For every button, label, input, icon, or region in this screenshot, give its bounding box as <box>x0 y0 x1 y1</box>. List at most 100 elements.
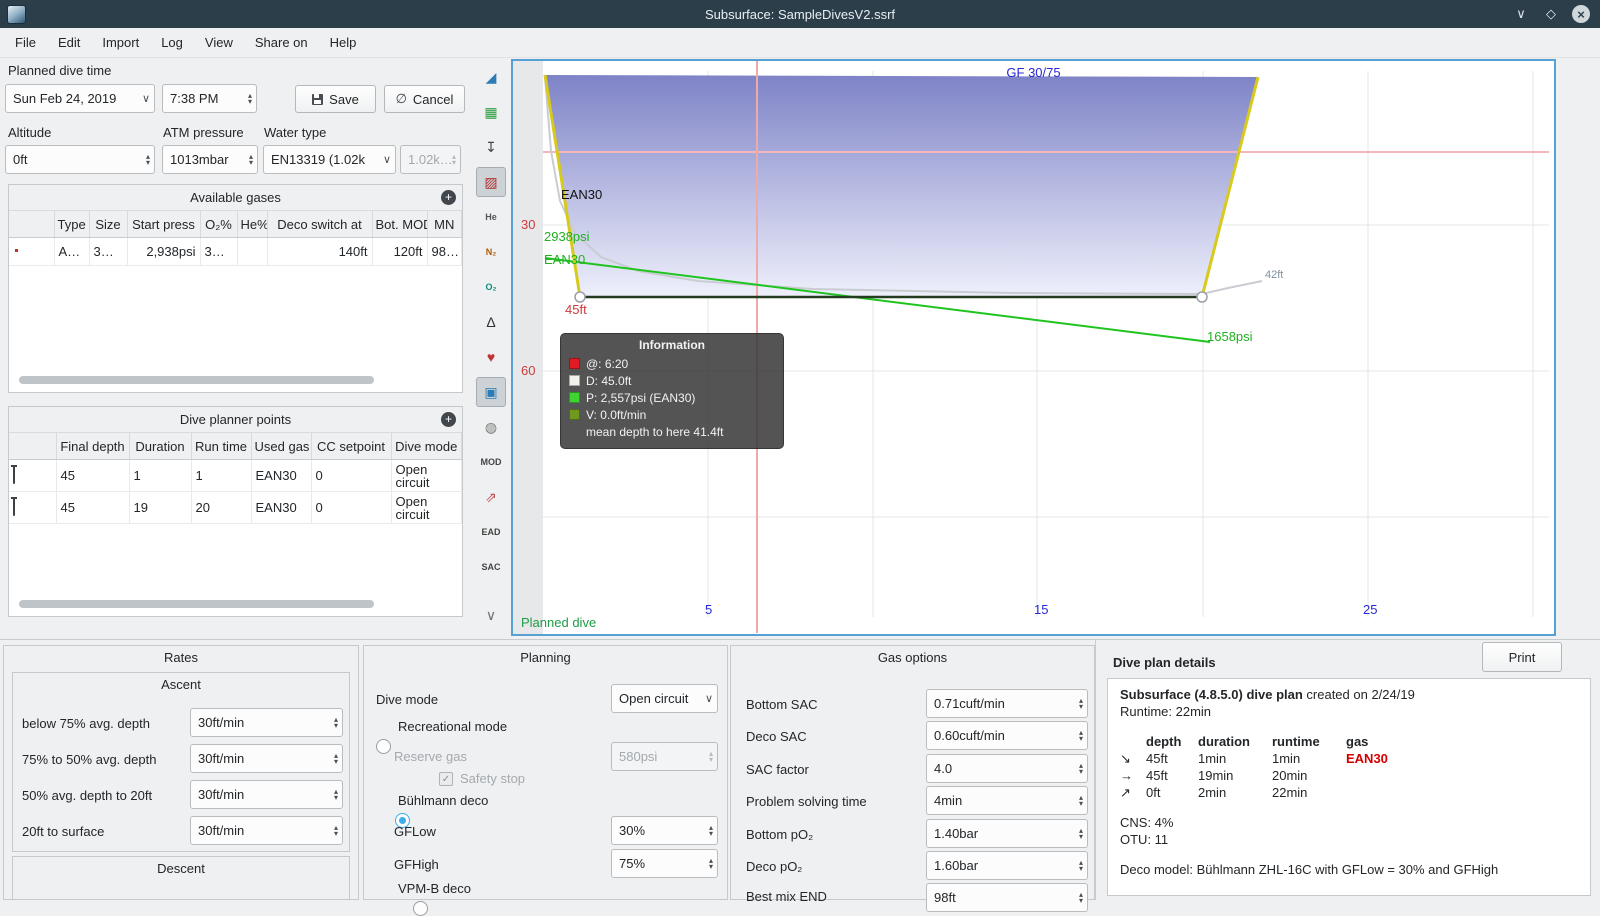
rate-spinner[interactable]: 30ft/min <box>190 816 343 845</box>
spinner-arrows-icon[interactable] <box>249 154 253 166</box>
dive-profile-chart[interactable]: GF 30/75 30 60 5 15 25 EAN30 2938psi EAN… <box>511 59 1556 636</box>
gas-start-press: 2,938psi <box>127 237 201 266</box>
spinner-arrows-icon[interactable] <box>1079 828 1083 840</box>
spinner-arrows-icon[interactable] <box>334 753 338 765</box>
tissues-icon[interactable]: ▨ <box>476 167 506 197</box>
rates-title: Rates <box>164 650 198 665</box>
mean-depth-icon[interactable]: ◢ <box>476 62 506 92</box>
gases-col-bot-mod[interactable]: Bot. MOD <box>372 211 428 238</box>
gases-horizontal-scrollbar[interactable] <box>19 376 374 384</box>
photos-icon[interactable]: ▣ <box>476 377 506 407</box>
maximize-icon[interactable]: ◇ <box>1542 5 1560 23</box>
bottom-po2-label: Bottom pO₂ <box>746 827 814 842</box>
altitude-spinner[interactable]: 0ft <box>5 145 155 174</box>
points-col-run-time[interactable]: Run time <box>191 433 252 460</box>
dive-time-spinner[interactable]: 7:38 PM <box>162 84 257 113</box>
print-button[interactable]: Print <box>1482 642 1562 672</box>
menu-edit[interactable]: Edit <box>47 30 91 55</box>
gases-col-deco-switch[interactable]: Deco switch at <box>267 211 373 238</box>
time-tick-25: 25 <box>1363 602 1378 617</box>
gases-col-o2[interactable]: O₂% <box>200 211 238 238</box>
points-col-final-depth[interactable]: Final depth <box>56 433 130 460</box>
menu-share-on[interactable]: Share on <box>244 30 319 55</box>
problem-time-spinner[interactable]: 4min <box>926 786 1088 815</box>
pp-he-icon[interactable]: He <box>476 202 506 232</box>
points-col-used-gas[interactable]: Used gas <box>251 433 312 460</box>
menu-file[interactable]: File <box>4 30 47 55</box>
cancel-button[interactable]: Cancel <box>384 85 465 113</box>
rate-spinner[interactable]: 30ft/min <box>190 780 343 809</box>
close-icon[interactable]: × <box>1572 5 1590 23</box>
add-gas-button[interactable]: + <box>441 190 456 205</box>
points-col-dive-mode[interactable]: Dive mode <box>391 433 462 460</box>
mod-icon[interactable]: MOD <box>476 447 506 477</box>
dc-ceiling-icon[interactable]: ▦ <box>476 97 506 127</box>
pressure-end-label: 1658psi <box>1207 329 1253 344</box>
dive-date-combo[interactable]: Sun Feb 24, 2019 <box>5 84 155 113</box>
points-col-duration[interactable]: Duration <box>129 433 192 460</box>
spinner-arrows-icon[interactable] <box>146 154 150 166</box>
pp-n2-icon[interactable]: N₂ <box>476 237 506 267</box>
rate-spinner[interactable]: 30ft/min <box>190 744 343 773</box>
spinner-arrows-icon[interactable] <box>334 789 338 801</box>
menu-bar: File Edit Import Log View Share on Help <box>0 28 1600 58</box>
spinner-arrows-icon[interactable] <box>1079 892 1083 904</box>
atm-pressure-spinner[interactable]: 1013mbar <box>162 145 258 174</box>
menu-view[interactable]: View <box>194 30 244 55</box>
points-col-cc-setpoint[interactable]: CC setpoint <box>311 433 392 460</box>
dive-mode-combo[interactable]: Open circuit <box>611 684 718 713</box>
spinner-arrows-icon[interactable] <box>334 717 338 729</box>
sac-icon[interactable]: SAC <box>476 552 506 582</box>
calc-ceiling-icon[interactable]: ↧ <box>476 132 506 162</box>
gases-col-type[interactable]: Type <box>54 211 90 238</box>
planner-point-row[interactable]: 45 1 1 EAN30 0 Open circuit <box>9 459 462 492</box>
bottom-sac-spinner[interactable]: 0.71cuft/min <box>926 689 1088 718</box>
recreational-mode-radio[interactable] <box>376 739 391 754</box>
ruler-icon[interactable]: Δ <box>476 307 506 337</box>
gas-row[interactable]: A… 3… 2,938psi 3… 140ft 120ft 98… <box>9 237 462 266</box>
deco-sac-spinner[interactable]: 0.60cuft/min <box>926 721 1088 750</box>
spinner-arrows-icon[interactable] <box>1079 795 1083 807</box>
spinner-arrows-icon[interactable] <box>334 825 338 837</box>
menu-help[interactable]: Help <box>319 30 368 55</box>
plan-created-bold: Subsurface (4.8.5.0) dive plan <box>1120 687 1303 702</box>
vpmb-deco-label: VPM-B deco <box>398 881 471 896</box>
spinner-arrows-icon[interactable] <box>1079 860 1083 872</box>
rate-spinner[interactable]: 30ft/min <box>190 708 343 737</box>
pp-o2-icon[interactable]: O₂ <box>476 272 506 302</box>
spinner-arrows-icon[interactable] <box>709 858 713 870</box>
spinner-arrows-icon[interactable] <box>709 825 713 837</box>
ascent-rate-icon[interactable]: ⇗ <box>476 482 506 512</box>
spinner-arrows-icon[interactable] <box>248 93 252 105</box>
gases-col-start-press[interactable]: Start press <box>127 211 201 238</box>
best-mix-end-spinner[interactable]: 98ft <box>926 883 1088 912</box>
gflow-spinner[interactable]: 30% <box>611 816 718 845</box>
bottom-po2-spinner[interactable]: 1.40bar <box>926 819 1088 848</box>
gases-col-he[interactable]: He% <box>237 211 268 238</box>
deco-po2-spinner[interactable]: 1.60bar <box>926 851 1088 880</box>
menu-import[interactable]: Import <box>91 30 150 55</box>
gases-col-size[interactable]: Size <box>89 211 128 238</box>
points-horizontal-scrollbar[interactable] <box>19 600 374 608</box>
altitude-label: Altitude <box>8 125 52 140</box>
waypoint-handle[interactable] <box>1196 291 1208 303</box>
vpmb-deco-radio[interactable] <box>413 901 429 916</box>
save-button[interactable]: Save <box>295 85 376 113</box>
gfhigh-spinner[interactable]: 75% <box>611 849 718 878</box>
water-type-combo[interactable]: EN13319 (1.02k <box>263 145 396 174</box>
waypoint-handle[interactable] <box>574 291 586 303</box>
spinner-arrows-icon[interactable] <box>1079 763 1083 775</box>
minimize-icon[interactable]: ∨ <box>1512 5 1530 23</box>
ead-icon[interactable]: EAD <box>476 517 506 547</box>
add-point-button[interactable]: + <box>441 412 456 427</box>
gas-changes-icon[interactable]: ◍ <box>476 412 506 442</box>
gases-col-mnd[interactable]: MN <box>427 211 462 238</box>
sac-factor-spinner[interactable]: 4.0 <box>926 754 1088 783</box>
planner-point-row[interactable]: 45 19 20 EAN30 0 Open circuit <box>9 491 462 524</box>
spinner-arrows-icon[interactable] <box>1079 730 1083 742</box>
toolbar-scroll-down-icon[interactable]: ∨ <box>476 600 506 630</box>
deco-po2-label: Deco pO₂ <box>746 859 803 874</box>
menu-log[interactable]: Log <box>150 30 194 55</box>
heart-rate-icon[interactable]: ♥ <box>476 342 506 372</box>
spinner-arrows-icon[interactable] <box>1079 698 1083 710</box>
